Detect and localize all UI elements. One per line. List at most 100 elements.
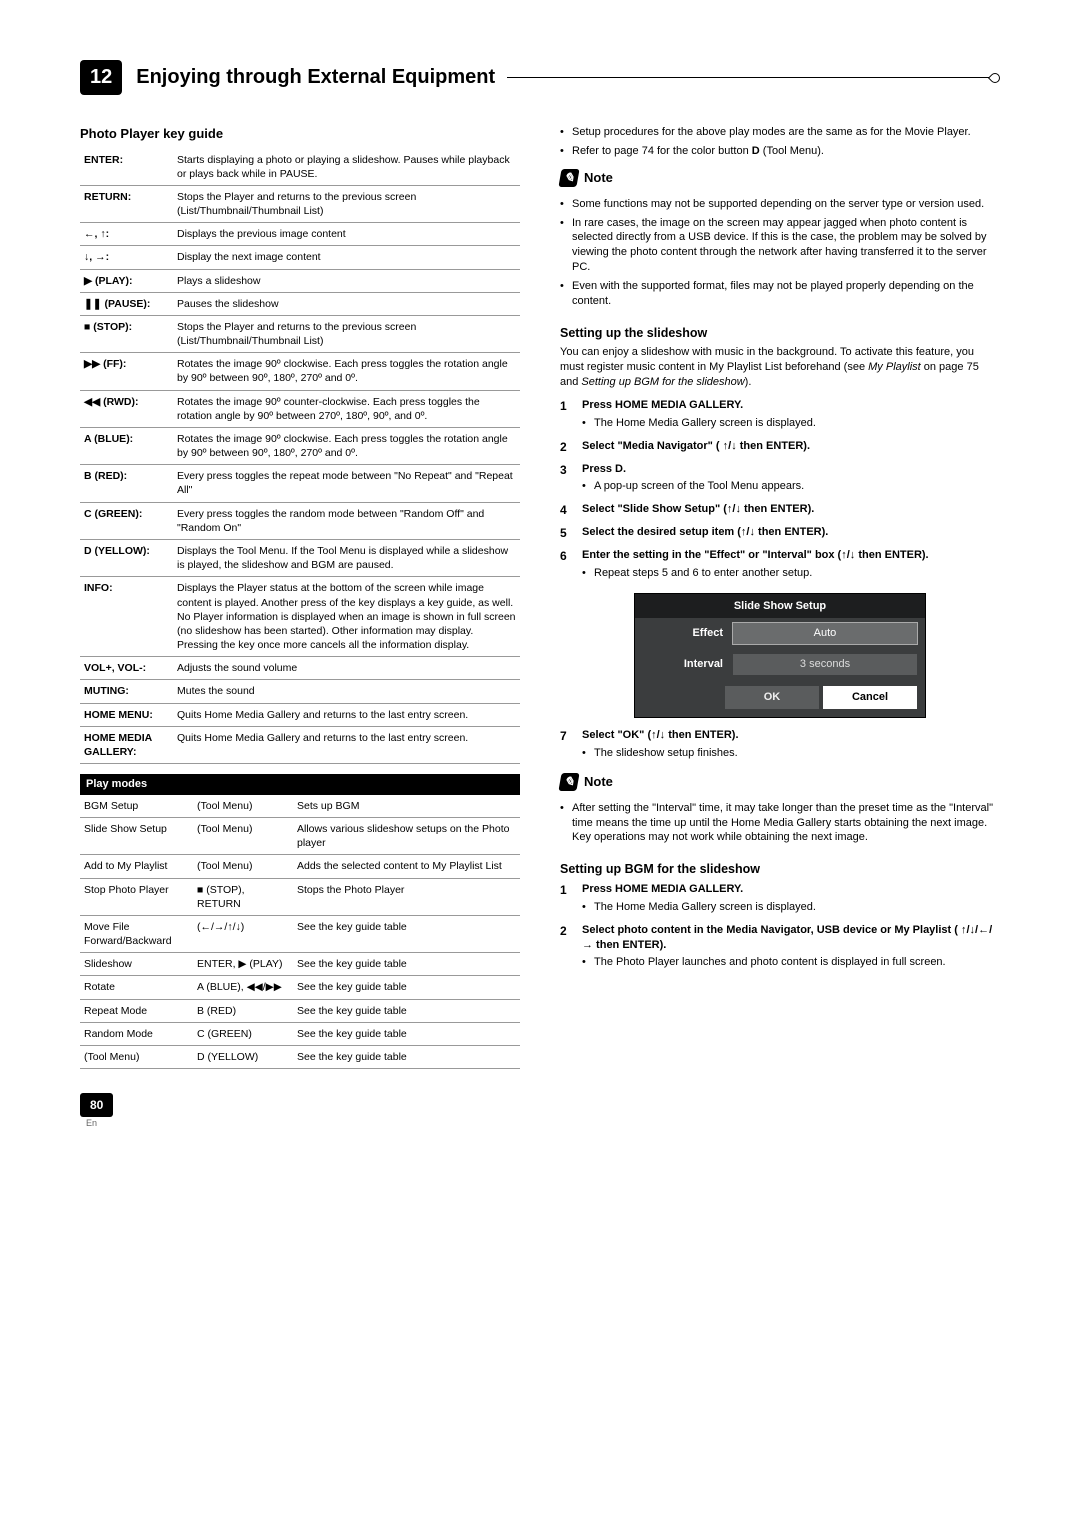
key-name: C (GREEN): xyxy=(80,502,173,539)
left-column: Photo Player key guide ENTER:Starts disp… xyxy=(80,125,520,1069)
mode-desc: Allows various slideshow setups on the P… xyxy=(293,818,520,855)
table-row: RotateA (BLUE), ◀◀/▶▶See the key guide t… xyxy=(80,976,520,999)
mode-key: ■ (STOP), RETURN xyxy=(193,878,293,915)
key-name: A (BLUE): xyxy=(80,427,173,464)
mode-name: Stop Photo Player xyxy=(80,878,193,915)
cancel-button[interactable]: Cancel xyxy=(823,686,917,709)
step-text: Select "Media Navigator" ( ↑/↓ then ENTE… xyxy=(582,440,810,452)
mode-key: (Tool Menu) xyxy=(193,855,293,878)
mode-key: D (YELLOW) xyxy=(193,1045,293,1068)
setup-box-title: Slide Show Setup xyxy=(635,594,925,619)
key-name: VOL+, VOL-: xyxy=(80,657,173,680)
key-desc: Adjusts the sound volume xyxy=(173,657,520,680)
step-sub: Repeat steps 5 and 6 to enter another se… xyxy=(582,566,1000,581)
key-name: ❚❚ (PAUSE): xyxy=(80,292,173,315)
step-text: Select the desired setup item (↑/↓ then … xyxy=(582,526,828,538)
table-row: Stop Photo Player■ (STOP), RETURNStops t… xyxy=(80,878,520,915)
slide-show-setup-box: Slide Show Setup EffectAutoInterval3 sec… xyxy=(634,593,926,718)
key-desc: Quits Home Media Gallery and returns to … xyxy=(173,726,520,763)
table-row: Random ModeC (GREEN)See the key guide ta… xyxy=(80,1022,520,1045)
header-rule-end xyxy=(988,70,1002,84)
play-modes-header: Play modes xyxy=(80,774,520,795)
step-sub: The Home Media Gallery screen is display… xyxy=(582,416,1000,431)
mode-name: BGM Setup xyxy=(80,795,193,818)
key-desc: Displays the Tool Menu. If the Tool Menu… xyxy=(173,539,520,576)
key-name: D (YELLOW): xyxy=(80,539,173,576)
table-row: MUTING:Mutes the sound xyxy=(80,680,520,703)
table-row: Repeat ModeB (RED)See the key guide tabl… xyxy=(80,999,520,1022)
table-row: ←, ↑:Displays the previous image content xyxy=(80,223,520,246)
mode-name: Move File Forward/Backward xyxy=(80,915,193,952)
step-text: Select "Slide Show Setup" (↑/↓ then ENTE… xyxy=(582,503,814,515)
table-row: Slide Show Setup(Tool Menu)Allows variou… xyxy=(80,818,520,855)
note-header-2: ✎ Note xyxy=(560,773,1000,791)
mode-desc: See the key guide table xyxy=(293,915,520,952)
note-header-1: ✎ Note xyxy=(560,169,1000,187)
key-desc: Stops the Player and returns to the prev… xyxy=(173,315,520,352)
key-desc: Plays a slideshow xyxy=(173,269,520,292)
key-desc: Display the next image content xyxy=(173,246,520,269)
mode-key: (Tool Menu) xyxy=(193,795,293,818)
setup-buttons: OK Cancel xyxy=(635,680,925,717)
list-item: After setting the "Interval" time, it ma… xyxy=(560,801,1000,846)
page-number-badge: 80 xyxy=(80,1093,113,1117)
mode-key: (←/→/↑/↓) xyxy=(193,915,293,952)
key-desc: Every press toggles the random mode betw… xyxy=(173,502,520,539)
ok-button[interactable]: OK xyxy=(725,686,819,709)
key-name: ▶ (PLAY): xyxy=(80,269,173,292)
step-sub: The Photo Player launches and photo cont… xyxy=(582,955,1000,970)
key-name: ↓, →: xyxy=(80,246,173,269)
key-name: B (RED): xyxy=(80,465,173,502)
key-desc: Displays the Player status at the bottom… xyxy=(173,577,520,657)
step-item: Press HOME MEDIA GALLERY.The Home Media … xyxy=(560,882,1000,915)
chapter-title-wrap: Enjoying through External Equipment xyxy=(136,64,1000,91)
mode-key: ENTER, ▶ (PLAY) xyxy=(193,953,293,976)
table-row: HOME MEDIA GALLERY:Quits Home Media Gall… xyxy=(80,726,520,763)
key-desc: Starts displaying a photo or playing a s… xyxy=(173,149,520,186)
top-bullets: Setup procedures for the above play mode… xyxy=(560,125,1000,159)
step-text: Enter the setting in the "Effect" or "In… xyxy=(582,549,929,561)
slideshow-steps: Press HOME MEDIA GALLERY. The Home Media … xyxy=(560,398,1000,581)
slideshow-intro: You can enjoy a slideshow with music in … xyxy=(560,345,1000,390)
note-1-bullets: Some functions may not be supported depe… xyxy=(560,197,1000,309)
step-text: Press HOME MEDIA GALLERY. xyxy=(582,399,743,411)
key-name: ▶▶ (FF): xyxy=(80,353,173,390)
table-row: ◀◀ (RWD):Rotates the image 90º counter-c… xyxy=(80,390,520,427)
step-sub: A pop-up screen of the Tool Menu appears… xyxy=(582,479,1000,494)
note-label: Note xyxy=(584,169,613,187)
slideshow-heading: Setting up the slideshow xyxy=(560,325,1000,342)
note-label: Note xyxy=(584,773,613,791)
mode-name: Rotate xyxy=(80,976,193,999)
mode-desc: See the key guide table xyxy=(293,1022,520,1045)
setup-row-value[interactable]: 3 seconds xyxy=(733,654,917,675)
setup-row-label: Effect xyxy=(643,626,733,641)
key-name: RETURN: xyxy=(80,185,173,222)
step-sub: The Home Media Gallery screen is display… xyxy=(582,900,1000,915)
table-row: ❚❚ (PAUSE):Pauses the slideshow xyxy=(80,292,520,315)
mode-name: Add to My Playlist xyxy=(80,855,193,878)
setup-row-value[interactable]: Auto xyxy=(733,623,917,644)
table-row: HOME MENU:Quits Home Media Gallery and r… xyxy=(80,703,520,726)
table-row: RETURN:Stops the Player and returns to t… xyxy=(80,185,520,222)
bgm-heading: Setting up BGM for the slideshow xyxy=(560,861,1000,878)
mode-desc: See the key guide table xyxy=(293,976,520,999)
step-text: Select "OK" (↑/↓ then ENTER). xyxy=(582,729,739,741)
key-desc: Pauses the slideshow xyxy=(173,292,520,315)
mode-key: (Tool Menu) xyxy=(193,818,293,855)
list-item: Even with the supported format, files ma… xyxy=(560,279,1000,309)
list-item: Some functions may not be supported depe… xyxy=(560,197,1000,212)
mode-name: Slide Show Setup xyxy=(80,818,193,855)
table-row: Add to My Playlist(Tool Menu)Adds the se… xyxy=(80,855,520,878)
table-row: (Tool Menu)D (YELLOW)See the key guide t… xyxy=(80,1045,520,1068)
table-row: D (YELLOW):Displays the Tool Menu. If th… xyxy=(80,539,520,576)
step-item: Select "Media Navigator" ( ↑/↓ then ENTE… xyxy=(560,439,1000,454)
table-row: B (RED):Every press toggles the repeat m… xyxy=(80,465,520,502)
key-name: INFO: xyxy=(80,577,173,657)
mode-name: Slideshow xyxy=(80,953,193,976)
list-item: In rare cases, the image on the screen m… xyxy=(560,216,1000,275)
key-desc: Displays the previous image content xyxy=(173,223,520,246)
key-desc: Rotates the image 90º counter-clockwise.… xyxy=(173,390,520,427)
list-item: Setup procedures for the above play mode… xyxy=(560,125,1000,140)
table-row: VOL+, VOL-:Adjusts the sound volume xyxy=(80,657,520,680)
table-row: ■ (STOP):Stops the Player and returns to… xyxy=(80,315,520,352)
